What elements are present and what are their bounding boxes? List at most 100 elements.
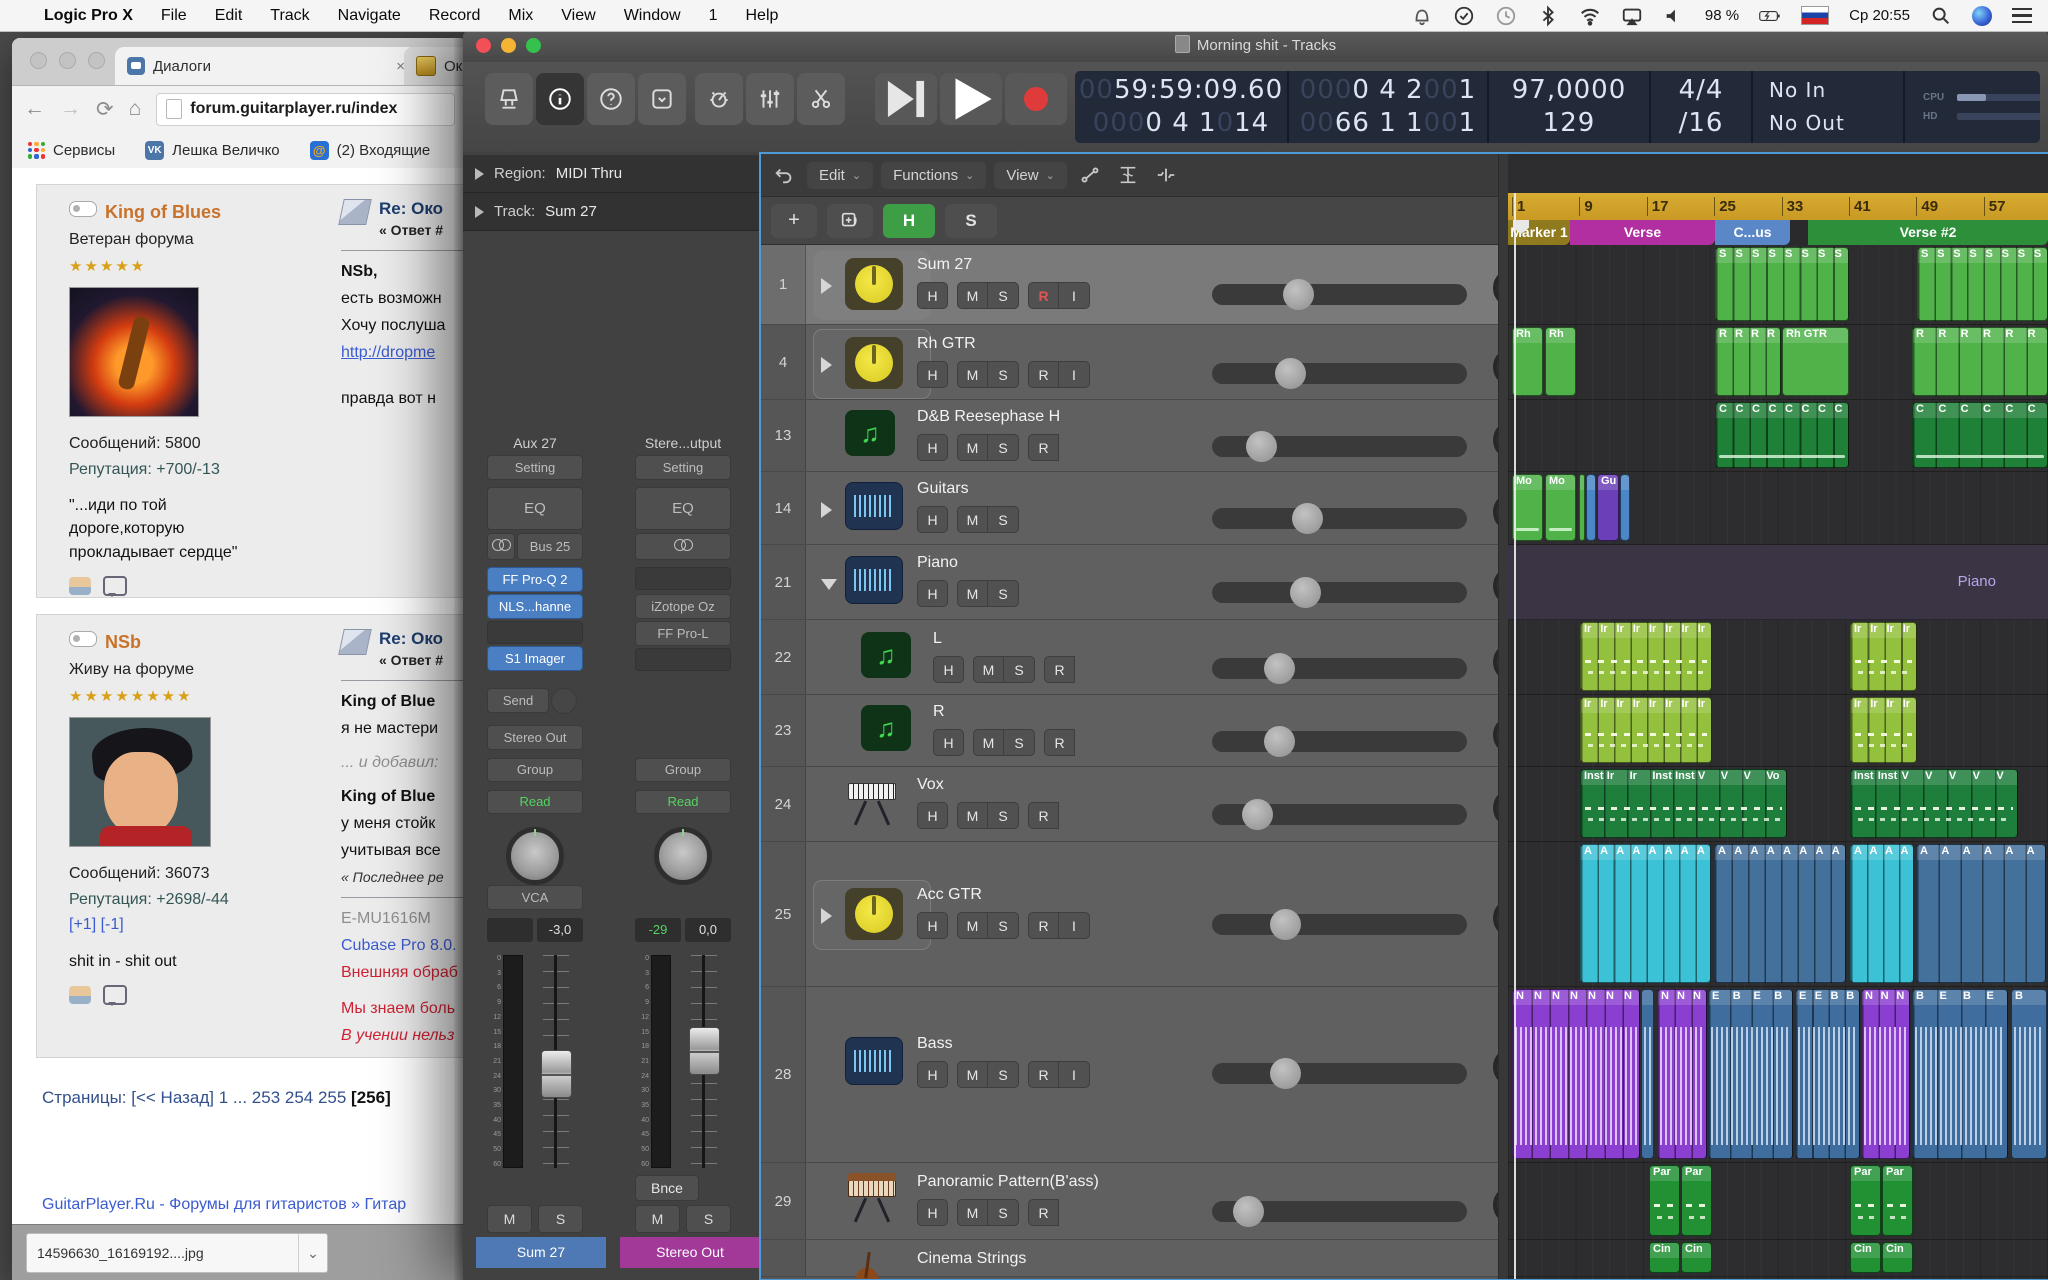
track-header[interactable]: 13♫D&B Reesephase HHMSR [761,400,1498,472]
record-button[interactable] [1005,73,1067,125]
track-mute-button[interactable]: M [957,282,988,309]
back-button[interactable]: ← [24,97,45,121]
track-name[interactable]: Cinema Strings [917,1250,1026,1268]
midi-region[interactable]: RRRR [1715,327,1781,396]
group-slot[interactable]: Group [487,758,583,782]
time-machine-icon[interactable] [1495,5,1517,27]
catch-playhead-icon[interactable] [1151,161,1181,189]
profile-icon[interactable] [69,577,91,595]
input-slot[interactable]: Bus 25 [517,533,583,560]
notification-center-icon[interactable] [2012,8,2032,24]
insert-slot[interactable]: FF Pro-L [635,621,731,646]
track-volume-slider[interactable] [1212,914,1467,935]
midi-region[interactable]: Par [1850,1165,1881,1236]
track-volume-slider[interactable] [1212,1063,1467,1084]
midi-region[interactable]: B [2011,989,2047,1159]
insert-slot-empty[interactable] [635,648,731,671]
track-volume-slider[interactable] [1212,658,1467,679]
flex-icon[interactable] [1113,161,1143,189]
midi-region[interactable]: BEBE [1912,989,2008,1159]
menu-window[interactable]: Window [610,7,695,25]
midi-region[interactable] [1641,989,1654,1159]
track-solo-button[interactable]: S [988,506,1019,533]
marker-verse-2[interactable]: Verse #2 [1808,220,2048,245]
track-solo-button[interactable]: S [988,282,1019,309]
track-hide-button[interactable]: H [917,802,948,829]
midi-region[interactable]: AAAAAAAA [1714,844,1846,983]
track-input-monitor-button[interactable]: I [1059,1061,1090,1088]
menu-app[interactable]: Logic Pro X [30,7,147,25]
profile-icon[interactable] [69,986,91,1004]
insert-slot-empty[interactable] [635,567,731,590]
track-name[interactable]: D&B Reesephase H [917,408,1060,426]
hide-tracks-button[interactable]: H [883,204,935,238]
disclosure-triangle-icon[interactable] [821,579,837,590]
marker-c-us[interactable]: C...us [1715,220,1790,245]
insert-slot[interactable]: FF Pro-Q 2 [487,567,583,592]
track-mute-button[interactable]: M [957,580,988,607]
pan-knob[interactable] [654,827,712,885]
disclosure-triangle-icon[interactable] [475,168,484,180]
go-to-end-button[interactable] [875,73,937,125]
track-name[interactable]: Acc GTR [917,886,982,904]
pagination[interactable]: Страницы: [<< Назад] 1 ... 253 254 255 [… [42,1088,391,1108]
menu-1[interactable]: 1 [695,7,732,25]
track-header[interactable]: 24VoxHMSR [761,767,1498,842]
volume-slider-thumb[interactable] [1246,431,1277,462]
disclosure-triangle-icon[interactable] [821,357,832,373]
track-volume-slider[interactable] [1212,284,1467,305]
menu-record[interactable]: Record [415,7,495,25]
pan-knob[interactable] [506,827,564,885]
midi-region[interactable]: AAAAAAAA [1580,844,1711,983]
track-volume-slider[interactable] [1212,1201,1467,1222]
download-item[interactable]: 14596630_16169192....jpg ⌄ [26,1233,328,1273]
midi-region[interactable]: NNN [1657,989,1707,1159]
track-hide-button[interactable]: H [917,361,948,388]
fader-thumb[interactable] [689,1027,720,1075]
automation-mode-button[interactable]: Read [487,790,583,814]
track-header[interactable]: 23♫RHMSR [761,695,1498,767]
signature-link[interactable]: Cubase Pro 8.0. [341,937,467,955]
midi-region[interactable]: RRRRRR [1912,327,2048,396]
strip-name-footer[interactable]: Stereo Out [620,1237,760,1268]
editors-button[interactable] [797,73,845,125]
track-header[interactable]: 29Panoramic Pattern(B'ass)HMSR [761,1163,1498,1240]
logic-traffic-lights[interactable] [476,38,541,53]
region-inspector-header[interactable]: Region: MIDI Thru [463,155,759,193]
track-volume-slider[interactable] [1212,436,1467,457]
mixer-button[interactable] [746,73,794,125]
track-solo-button[interactable]: S [988,361,1019,388]
reload-button[interactable]: ⟳ [96,97,114,122]
lcd-cell[interactable]: 0000 4 20010066 1 1001 [1289,71,1489,143]
menu-clock[interactable]: Ср 20:55 [1849,7,1910,24]
zoom-window-button[interactable] [526,38,541,53]
midi-region[interactable]: Par [1681,1165,1712,1236]
browser-traffic-lights[interactable] [30,52,105,69]
post-subject[interactable]: Re: Око [379,629,443,649]
midi-region[interactable]: AAAA [1850,844,1914,983]
menu-view[interactable]: View [547,7,609,25]
track-hide-button[interactable]: H [917,282,948,309]
midi-region[interactable]: EBEB [1708,989,1793,1159]
track-hide-button[interactable]: H [917,506,948,533]
airplay-icon[interactable] [1621,5,1643,27]
post-subject[interactable]: Re: Око [379,199,443,219]
track-input-monitor-button[interactable]: I [1059,361,1090,388]
send-knob[interactable] [551,688,577,714]
track-hide-button[interactable]: H [917,1199,948,1226]
send-slot[interactable]: Send [487,688,549,713]
spotlight-search-icon[interactable] [1930,5,1952,27]
track-record-button[interactable]: R [1028,434,1059,461]
track-volume-slider[interactable] [1212,804,1467,825]
bounce-button[interactable]: Bnce [635,1175,699,1201]
inspector-button[interactable] [536,73,584,125]
wifi-icon[interactable] [1579,5,1601,27]
track-input-monitor-button[interactable]: I [1059,282,1090,309]
track-name[interactable]: Sum 27 [917,256,972,274]
track-name[interactable]: L [933,630,942,648]
track-header[interactable]: 21PianoHMS [761,545,1498,620]
fader-thumb[interactable] [541,1050,572,1098]
volume-slider-thumb[interactable] [1292,503,1323,534]
volume-slider-thumb[interactable] [1283,279,1314,310]
breadcrumb-link[interactable]: GuitarPlayer.Ru - Форумы для гитаристов … [42,1196,406,1214]
